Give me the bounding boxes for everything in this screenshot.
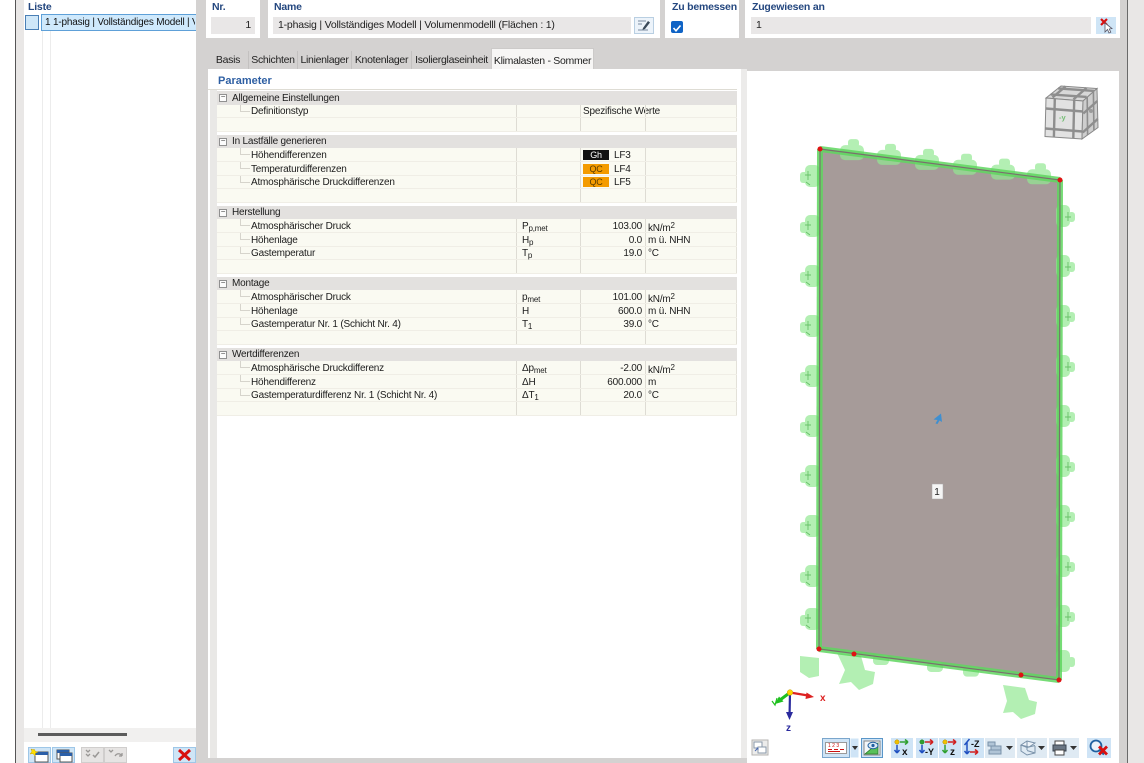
svg-text:-Z: -Z bbox=[971, 739, 980, 749]
svg-text:-Y: -Y bbox=[925, 747, 934, 757]
svg-text:1: 1 bbox=[934, 487, 940, 498]
svg-text:x: x bbox=[820, 693, 826, 704]
svg-text:1 2 3: 1 2 3 bbox=[828, 743, 839, 749]
svg-text:z: z bbox=[950, 747, 955, 758]
svg-text:x: x bbox=[902, 747, 908, 758]
svg-text:z: z bbox=[786, 723, 791, 734]
svg-text:-y: -y bbox=[1059, 113, 1066, 122]
